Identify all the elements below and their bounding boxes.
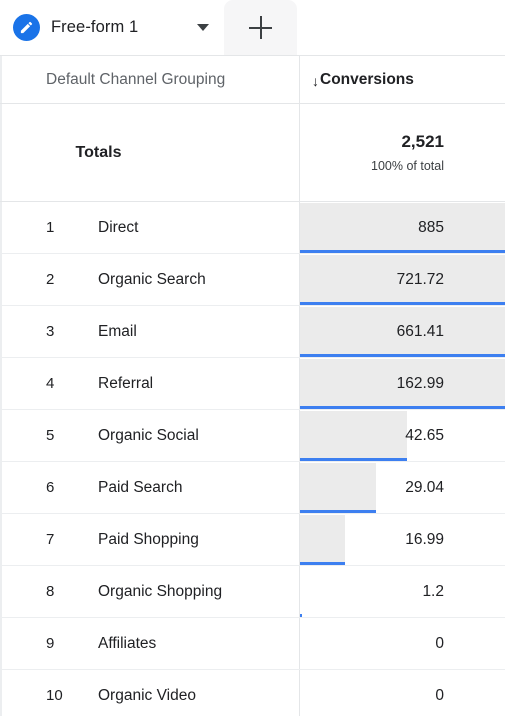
table-row[interactable]: 5 Organic Social 42.65 (0, 410, 505, 462)
row-dimension-cell: 4 Referral (0, 358, 300, 409)
report-table: Default Channel Grouping ↓ Conversions T… (0, 55, 505, 716)
tab-label: Free-form 1 (51, 18, 139, 36)
row-dimension-cell: 7 Paid Shopping (0, 514, 300, 565)
table-row[interactable]: 8 Organic Shopping 1.2 (0, 566, 505, 618)
row-dimension-label[interactable]: Paid Shopping (98, 531, 199, 549)
row-rank: 8 (46, 583, 55, 600)
row-dimension-cell: 9 Affiliates (0, 618, 300, 669)
table-row[interactable]: 9 Affiliates 0 (0, 618, 505, 670)
row-rank: 6 (46, 479, 55, 496)
row-dimension-label[interactable]: Affiliates (98, 635, 156, 653)
row-metric-value: 162.99 (396, 374, 444, 392)
totals-subtext: 100% of total (371, 159, 444, 173)
row-dimension-label[interactable]: Organic Search (98, 271, 206, 289)
row-bar-fill (300, 463, 376, 510)
row-metric-cell: 885 (300, 202, 505, 253)
row-dimension-cell: 5 Organic Social (0, 410, 300, 461)
row-rank: 5 (46, 427, 55, 444)
chevron-down-icon[interactable] (197, 24, 210, 31)
table-row[interactable]: 2 Organic Search 721.72 (0, 254, 505, 306)
table-row[interactable]: 4 Referral 162.99 (0, 358, 505, 410)
row-metric-cell: 661.41 (300, 306, 505, 357)
row-metric-cell: 16.99 (300, 514, 505, 565)
row-metric-cell: 42.65 (300, 410, 505, 461)
tab-free-form-1[interactable]: Free-form 1 (0, 0, 224, 55)
row-bar-underline (300, 458, 407, 461)
tab-strip: Free-form 1 (0, 0, 505, 55)
row-metric-cell: 721.72 (300, 254, 505, 305)
row-dimension-cell: 6 Paid Search (0, 462, 300, 513)
row-dimension-cell: 8 Organic Shopping (0, 566, 300, 617)
row-dimension-label[interactable]: Organic Social (98, 427, 199, 445)
row-metric-value: 721.72 (396, 270, 444, 288)
totals-label-cell: Totals (0, 104, 300, 201)
row-bar-underline (300, 302, 505, 305)
row-rank: 2 (46, 271, 55, 288)
row-dimension-cell: 1 Direct (0, 202, 300, 253)
row-rank: 7 (46, 531, 55, 548)
row-dimension-label[interactable]: Direct (98, 219, 138, 237)
table-row[interactable]: 6 Paid Search 29.04 (0, 462, 505, 514)
sort-descending-icon[interactable]: ↓ (312, 74, 319, 88)
row-metric-value: 16.99 (405, 530, 444, 548)
row-bar-fill (300, 515, 346, 562)
row-rank: 1 (46, 219, 55, 236)
pencil-icon (13, 14, 40, 41)
row-rank: 9 (46, 635, 55, 652)
row-metric-cell: 29.04 (300, 462, 505, 513)
table-row[interactable]: 3 Email 661.41 (0, 306, 505, 358)
table-row[interactable]: 10 Organic Video 0 (0, 670, 505, 716)
row-dimension-cell: 3 Email (0, 306, 300, 357)
add-tab-button[interactable] (224, 0, 298, 55)
row-dimension-label[interactable]: Email (98, 323, 137, 341)
row-metric-cell: 0 (300, 618, 505, 669)
row-dimension-cell: 10 Organic Video (0, 670, 300, 716)
row-bar-underline (300, 250, 505, 253)
header-dimension-label: Default Channel Grouping (46, 70, 226, 88)
row-metric-value: 29.04 (405, 478, 444, 496)
table-row[interactable]: 7 Paid Shopping 16.99 (0, 514, 505, 566)
header-cell-dimension[interactable]: Default Channel Grouping (0, 56, 300, 103)
row-metric-value: 1.2 (422, 582, 444, 600)
row-metric-value: 661.41 (396, 322, 444, 340)
row-metric-value: 42.65 (405, 426, 444, 444)
totals-label: Totals (75, 143, 122, 161)
row-rank: 10 (46, 687, 63, 704)
row-bar-underline (300, 614, 303, 617)
row-bar-underline (300, 354, 505, 357)
row-bar-underline (300, 562, 346, 565)
row-metric-value: 885 (418, 218, 444, 236)
table-header-row: Default Channel Grouping ↓ Conversions (0, 56, 505, 104)
table-body: 1 Direct 885 2 Organic Search 721.72 3 Email 661… (0, 202, 505, 716)
header-metric-label: Conversions (320, 70, 414, 88)
row-metric-cell: 1.2 (300, 566, 505, 617)
row-dimension-cell: 2 Organic Search (0, 254, 300, 305)
row-metric-cell: 162.99 (300, 358, 505, 409)
row-metric-cell: 0 (300, 670, 505, 716)
row-dimension-label[interactable]: Paid Search (98, 479, 182, 497)
totals-value-cell: 2,521 100% of total (300, 104, 505, 201)
table-row[interactable]: 1 Direct 885 (0, 202, 505, 254)
row-dimension-label[interactable]: Organic Shopping (98, 583, 222, 601)
totals-row: Totals 2,521 100% of total (0, 104, 505, 202)
row-rank: 4 (46, 375, 55, 392)
row-rank: 3 (46, 323, 55, 340)
totals-value: 2,521 (401, 132, 444, 151)
row-dimension-label[interactable]: Referral (98, 375, 153, 393)
row-bar-underline (300, 406, 505, 409)
row-bar-fill (300, 411, 407, 458)
row-metric-value: 0 (435, 686, 444, 704)
row-dimension-label[interactable]: Organic Video (98, 687, 196, 705)
row-bar-underline (300, 510, 376, 513)
row-metric-value: 0 (435, 634, 444, 652)
plus-icon (249, 16, 273, 39)
header-cell-metric[interactable]: ↓ Conversions (300, 56, 505, 103)
